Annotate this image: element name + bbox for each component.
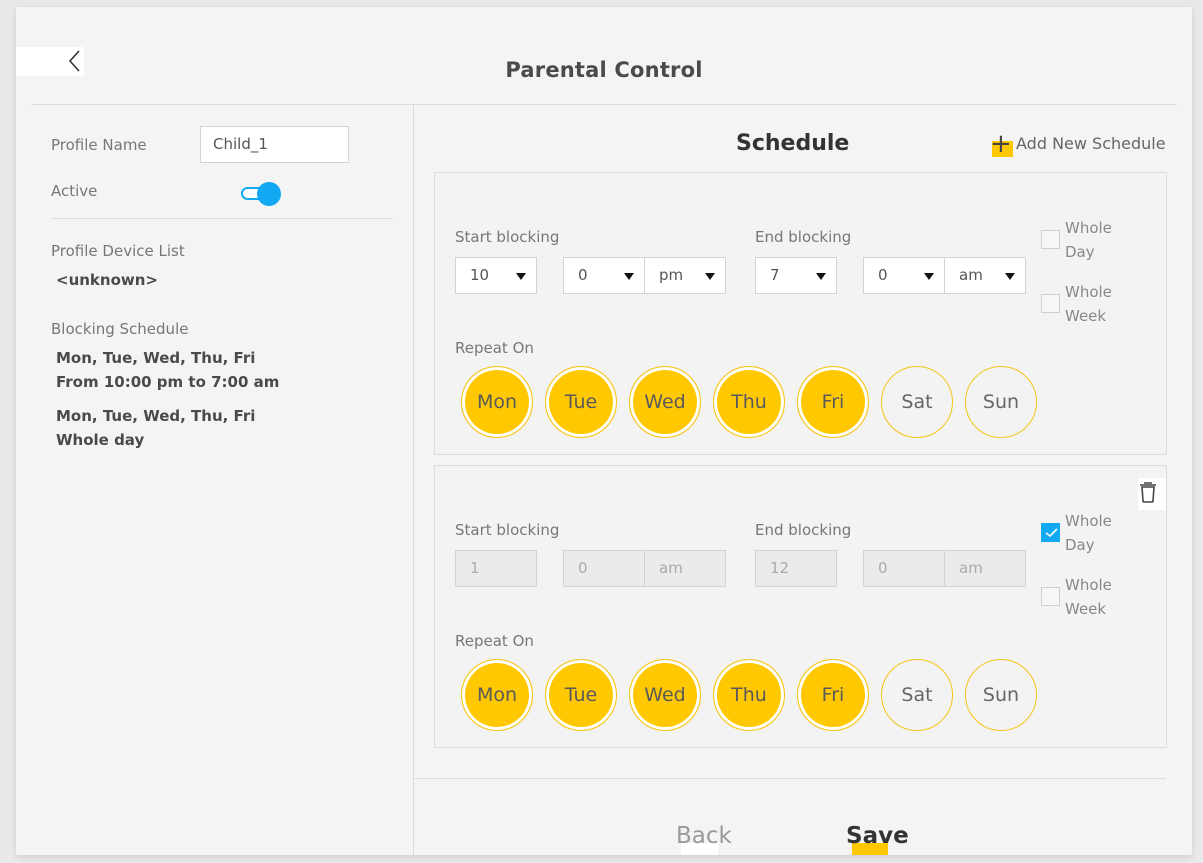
day-toggle-mon[interactable]: Mon xyxy=(461,366,533,438)
day-toggle-tue[interactable]: Tue xyxy=(545,366,617,438)
day-toggle-sun[interactable]: Sun xyxy=(965,366,1037,438)
device-list-label: Profile Device List xyxy=(51,242,185,260)
active-label: Active xyxy=(51,182,98,200)
whole-day-label: Whole Day xyxy=(1065,509,1112,557)
whole-week-label-line2: Week xyxy=(1065,600,1107,618)
active-toggle[interactable] xyxy=(240,181,282,207)
whole-day-label-line2: Day xyxy=(1065,243,1095,261)
repeat-on-label: Repeat On xyxy=(455,632,534,650)
end-minute-select: 0 xyxy=(863,550,945,587)
start-ampm-select[interactable]: pm xyxy=(644,257,726,294)
end-hour-value: 7 xyxy=(770,266,780,284)
whole-day-checkbox[interactable] xyxy=(1041,523,1060,542)
footer-divider xyxy=(414,778,1166,779)
device-list-item: <unknown> xyxy=(56,271,158,289)
start-minute-value: 0 xyxy=(578,266,588,284)
end-ampm-select[interactable]: am xyxy=(944,257,1026,294)
caret-down-icon xyxy=(816,273,826,280)
whole-week-label-line1: Whole xyxy=(1065,576,1112,594)
whole-week-label: Whole Week xyxy=(1065,280,1112,328)
plus-icon: + xyxy=(990,129,1012,159)
day-toggle-fri[interactable]: Fri xyxy=(797,659,869,731)
start-hour-value: 10 xyxy=(470,266,490,284)
end-ampm-select: am xyxy=(944,550,1026,587)
end-ampm-value: am xyxy=(959,266,983,284)
end-blocking-label: End blocking xyxy=(755,521,852,539)
repeat-on-label: Repeat On xyxy=(455,339,534,357)
checkmark-icon xyxy=(1045,528,1058,538)
day-toggle-sun[interactable]: Sun xyxy=(965,659,1037,731)
blocking-schedule-label: Blocking Schedule xyxy=(51,320,189,338)
end-hour-value: 12 xyxy=(770,559,790,577)
parental-control-panel: Parental Control Profile Name Child_1 Ac… xyxy=(16,7,1192,855)
start-ampm-value: pm xyxy=(659,266,684,284)
day-toggle-fri[interactable]: Fri xyxy=(797,366,869,438)
profile-name-label: Profile Name xyxy=(51,136,147,154)
schedule-summary-time: From 10:00 pm to 7:00 am xyxy=(56,373,280,391)
caret-down-icon xyxy=(924,273,934,280)
start-minute-value: 0 xyxy=(578,559,588,577)
whole-day-checkbox[interactable] xyxy=(1041,230,1060,249)
whole-week-checkbox[interactable] xyxy=(1041,294,1060,313)
caret-down-icon xyxy=(1005,273,1015,280)
caret-down-icon xyxy=(624,273,634,280)
day-toggle-wed[interactable]: Wed xyxy=(629,366,701,438)
end-minute-value: 0 xyxy=(878,559,888,577)
back-button-label: Back xyxy=(676,823,732,849)
whole-week-checkbox[interactable] xyxy=(1041,587,1060,606)
day-toggle-sat[interactable]: Sat xyxy=(881,659,953,731)
end-minute-value: 0 xyxy=(878,266,888,284)
start-blocking-label: Start blocking xyxy=(455,521,560,539)
end-blocking-label: End blocking xyxy=(755,228,852,246)
start-hour-select: 1 xyxy=(455,550,537,587)
toggle-knob xyxy=(257,182,281,206)
start-minute-select: 0 xyxy=(563,550,645,587)
whole-day-label-line2: Day xyxy=(1065,536,1095,554)
end-ampm-value: am xyxy=(959,559,983,577)
schedule-summary-days: Mon, Tue, Wed, Thu, Fri xyxy=(56,349,256,367)
schedule-title: Schedule xyxy=(736,131,850,156)
left-divider xyxy=(51,218,393,219)
caret-down-icon xyxy=(705,273,715,280)
whole-week-label-line2: Week xyxy=(1065,307,1107,325)
header-divider xyxy=(31,104,1177,105)
page-title: Parental Control xyxy=(505,58,703,82)
end-hour-select[interactable]: 7 xyxy=(755,257,837,294)
start-minute-select[interactable]: 0 xyxy=(563,257,645,294)
whole-day-label-line1: Whole xyxy=(1065,512,1112,530)
start-ampm-select: am xyxy=(644,550,726,587)
add-new-schedule-label: Add New Schedule xyxy=(1016,134,1166,153)
schedule-summary-days: Mon, Tue, Wed, Thu, Fri xyxy=(56,407,256,425)
delete-schedule-button[interactable] xyxy=(1138,478,1166,510)
whole-day-label-line1: Whole xyxy=(1065,219,1112,237)
end-hour-select: 12 xyxy=(755,550,837,587)
start-hour-value: 1 xyxy=(470,559,480,577)
end-minute-select[interactable]: 0 xyxy=(863,257,945,294)
whole-week-label: Whole Week xyxy=(1065,573,1112,621)
trash-icon xyxy=(1140,482,1156,503)
day-toggle-thu[interactable]: Thu xyxy=(713,659,785,731)
whole-week-label-line1: Whole xyxy=(1065,283,1112,301)
whole-day-label: Whole Day xyxy=(1065,216,1112,264)
schedule-card: Start blocking End blocking 10 0 pm 7 0 … xyxy=(434,172,1167,455)
caret-down-icon xyxy=(516,273,526,280)
day-toggle-thu[interactable]: Thu xyxy=(713,366,785,438)
schedule-card: Start blocking End blocking 1 0 am 12 0 … xyxy=(434,465,1167,748)
schedule-summary-time: Whole day xyxy=(56,431,145,449)
save-button-label: Save xyxy=(846,823,909,849)
start-hour-select[interactable]: 10 xyxy=(455,257,537,294)
day-toggle-mon[interactable]: Mon xyxy=(461,659,533,731)
profile-name-input[interactable]: Child_1 xyxy=(200,126,349,163)
start-ampm-value: am xyxy=(659,559,683,577)
save-button[interactable]: Save xyxy=(846,823,909,855)
day-toggle-tue[interactable]: Tue xyxy=(545,659,617,731)
day-toggle-wed[interactable]: Wed xyxy=(629,659,701,731)
start-blocking-label: Start blocking xyxy=(455,228,560,246)
day-toggle-sat[interactable]: Sat xyxy=(881,366,953,438)
column-divider xyxy=(413,105,414,855)
back-button[interactable]: Back xyxy=(676,823,732,855)
